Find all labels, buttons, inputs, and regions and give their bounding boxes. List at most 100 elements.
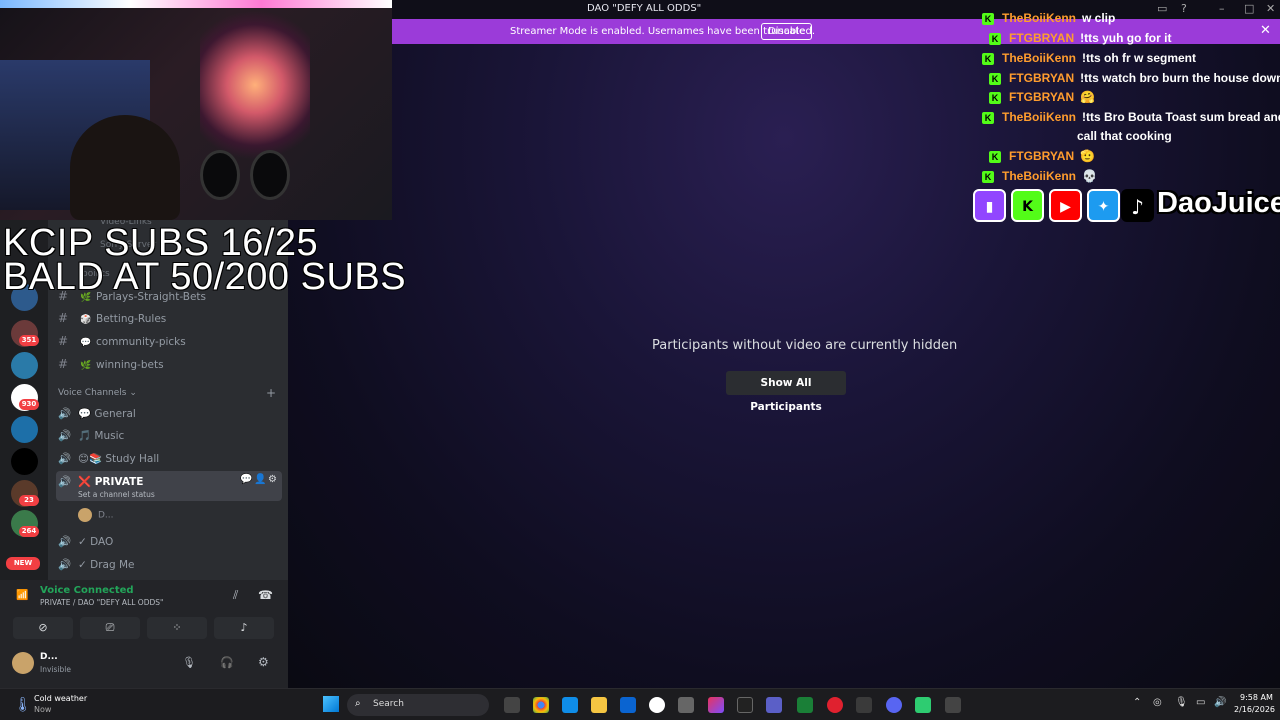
- mention-badge: 351: [19, 335, 39, 346]
- inbox-icon[interactable]: ▭: [1157, 2, 1167, 15]
- app-icon[interactable]: [856, 697, 872, 713]
- disable-streamer-button[interactable]: Disable: [761, 23, 813, 40]
- close-window-icon[interactable]: ✕: [1266, 2, 1275, 15]
- weather-icon[interactable]: 🌡: [14, 697, 32, 713]
- chat-message: K FTGBRYAN 🤗: [989, 90, 1095, 104]
- clock-time[interactable]: 9:58 AM: [1240, 693, 1273, 702]
- clock-date[interactable]: 2/16/2026: [1234, 705, 1275, 714]
- voice-channel-study-hall[interactable]: 🔊 😊📚 Study Hall: [58, 452, 159, 465]
- kick-icon: K: [989, 33, 1001, 45]
- kick-icon: K: [982, 171, 994, 183]
- social-bar: ▮ K ▶ ✦ ♪ DaoJuice: [971, 186, 1280, 226]
- chat-message: K TheBoiiKenn 💀: [982, 169, 1097, 183]
- window-title: DAO "DEFY ALL ODDS": [587, 3, 702, 14]
- task-view-icon[interactable]: [504, 697, 520, 713]
- mention-badge: 264: [19, 526, 39, 537]
- private-channel-label: 🔊 ❌ PRIVATE: [58, 476, 144, 488]
- led-strip: [0, 0, 392, 8]
- app-icon[interactable]: [945, 697, 961, 713]
- server-icon[interactable]: [11, 448, 38, 475]
- volume-icon[interactable]: 🔊: [1214, 697, 1226, 708]
- speaker-icon: 🔊: [58, 430, 72, 442]
- noise-suppression-icon[interactable]: ⫽: [233, 588, 238, 603]
- obs-icon[interactable]: [649, 697, 665, 713]
- chat-message: K TheBoiiKenn !tts Bro Bouta Toast sum bre…: [982, 110, 1280, 124]
- minimize-icon[interactable]: –: [1219, 2, 1225, 15]
- speaker-icon: 🔊: [58, 453, 72, 465]
- disconnect-icon[interactable]: ☎: [258, 588, 273, 602]
- led-curtain: [200, 10, 310, 160]
- chevron-up-icon[interactable]: ⌃: [1133, 697, 1141, 708]
- speaker-icon: 🔊: [58, 408, 72, 420]
- channel-status-prompt[interactable]: Set a channel status: [78, 490, 155, 499]
- display-icon[interactable]: ▭: [1196, 697, 1205, 708]
- opera-icon[interactable]: [827, 697, 843, 713]
- camera-off-button[interactable]: ⊘: [13, 617, 73, 639]
- mention-badge: 23: [19, 495, 39, 506]
- windows-start-icon[interactable]: [323, 696, 339, 712]
- screen-share-button[interactable]: ⎚: [80, 617, 140, 639]
- voice-channel-music[interactable]: 🔊 🎵 Music: [58, 429, 124, 442]
- weather-title[interactable]: Cold weather: [34, 694, 87, 703]
- server-icon[interactable]: [11, 352, 38, 379]
- headphones-icon[interactable]: 🎧: [220, 656, 234, 669]
- hash-icon: #: [58, 311, 69, 325]
- microphone-tray-icon[interactable]: 🎙: [1175, 697, 1188, 708]
- help-icon[interactable]: ?: [1181, 2, 1187, 15]
- show-all-participants-button[interactable]: Show All Participants: [726, 371, 846, 413]
- app-icon[interactable]: [915, 697, 931, 713]
- discord-icon[interactable]: [886, 697, 902, 713]
- voice-channel-dao[interactable]: 🔊 ✓ DAO: [58, 535, 113, 548]
- invite-icon[interactable]: 👤: [254, 474, 266, 485]
- soundboard-button[interactable]: ♪: [214, 617, 274, 639]
- kick-icon: K: [989, 73, 1001, 85]
- copilot-icon[interactable]: [708, 697, 724, 713]
- social-handle: DaoJuice: [1157, 187, 1280, 219]
- terminal-icon[interactable]: [737, 697, 753, 713]
- mention-badge: 930: [19, 399, 39, 410]
- voice-connected-label[interactable]: Voice Connected: [40, 585, 134, 596]
- voice-channel-general[interactable]: 🔊 💬 General: [58, 407, 136, 420]
- chrome-icon[interactable]: [533, 697, 549, 713]
- channel-betting-rules[interactable]: # 🎲 Betting-Rules: [58, 311, 166, 325]
- speaker-icon: 🔊: [58, 476, 72, 488]
- signal-icon[interactable]: 📶: [16, 590, 28, 601]
- network-icon[interactable]: ◎: [1153, 697, 1162, 708]
- maximize-icon[interactable]: □: [1244, 2, 1254, 15]
- server-icon[interactable]: [11, 416, 38, 443]
- app-icon[interactable]: [797, 697, 813, 713]
- channel-community-picks[interactable]: # 💬 community-picks: [58, 334, 186, 348]
- screen-share-icon: ⎚: [105, 621, 115, 634]
- search-placeholder: Search: [373, 699, 404, 709]
- avatar[interactable]: [12, 652, 34, 674]
- file-explorer-icon[interactable]: [591, 697, 607, 713]
- chat-icon[interactable]: 💬: [240, 474, 252, 485]
- taskbar: 🌡 Cold weather Now ⌕ Search ⌃ ◎ 🎙 ▭ 🔊 9:…: [0, 688, 1280, 720]
- settings-icon[interactable]: [678, 697, 694, 713]
- search-box[interactable]: ⌕ Search: [347, 694, 489, 716]
- weather-sub: Now: [34, 705, 52, 714]
- voice-location[interactable]: PRIVATE / DAO "DEFY ALL ODDS": [40, 598, 163, 607]
- hidden-participants-message: Participants without video are currently…: [652, 338, 958, 353]
- search-icon: ⌕: [355, 698, 361, 709]
- channel-winning-bets[interactable]: # 🌿 winning-bets: [58, 357, 164, 371]
- add-channel-icon[interactable]: +: [266, 386, 276, 400]
- edge-icon[interactable]: [562, 697, 578, 713]
- close-banner-icon[interactable]: ✕: [1260, 23, 1271, 38]
- chat-message: K TheBoiiKenn w clip: [982, 11, 1115, 25]
- subs-goal-line2: BALD AT 50/200 SUBS: [3, 256, 407, 298]
- voice-channel-drag-me[interactable]: 🔊 ✓ Drag Me: [58, 558, 135, 571]
- gear-icon[interactable]: ⚙: [268, 474, 277, 485]
- chat-message: K FTGBRYAN !tts watch bro burn the house d…: [989, 71, 1280, 85]
- teams-icon[interactable]: [766, 697, 782, 713]
- microphone-icon[interactable]: 🎙: [182, 656, 196, 669]
- activities-button[interactable]: ⁘: [147, 617, 207, 639]
- voice-member[interactable]: D...: [78, 508, 114, 522]
- user-settings-icon[interactable]: ⚙: [258, 655, 269, 669]
- user-name[interactable]: D...: [40, 652, 58, 662]
- speaker: [250, 150, 290, 200]
- outlook-icon[interactable]: [620, 697, 636, 713]
- tiktok-icon: ♪: [1121, 189, 1154, 222]
- voice-channels-header[interactable]: Voice Channels ⌄: [58, 388, 137, 398]
- kick-icon: K: [982, 112, 994, 124]
